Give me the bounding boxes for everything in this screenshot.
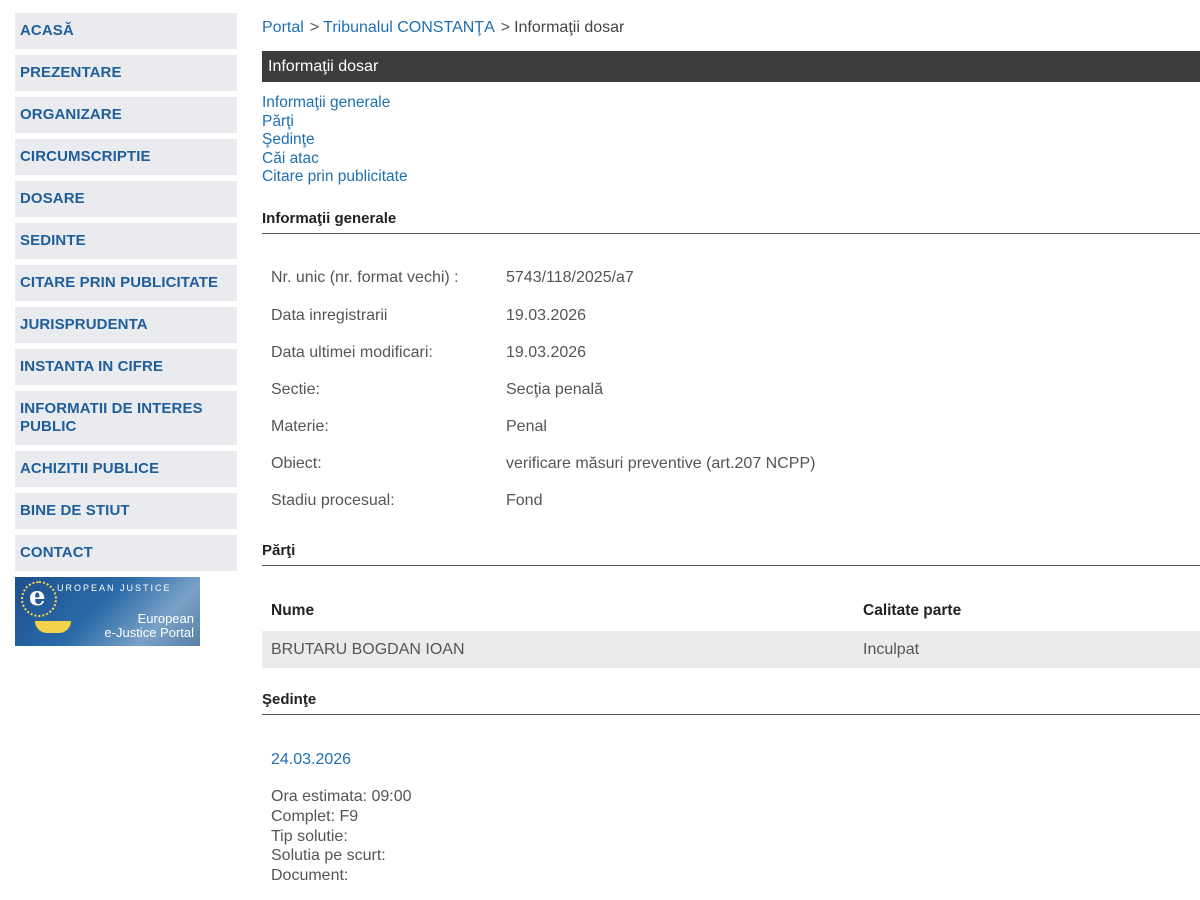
info-label: Data ultimei modificari: (271, 344, 433, 361)
info-value: Secţia penală (506, 381, 603, 398)
sidebar-item-organizare[interactable]: ORGANIZARE (15, 97, 237, 133)
section-heading-informatii-generale: Informaţii generale (262, 210, 1200, 234)
breadcrumb: Portal > Tribunalul CONSTANŢA > Informaţii d… (262, 19, 624, 37)
info-label: Sectie: (271, 381, 320, 398)
ejustice-label: European e-Justice Portal (104, 612, 194, 640)
anchor-sedinte[interactable]: Şedinţe (262, 131, 408, 150)
breadcrumb-separator: > (500, 19, 511, 36)
info-label: Obiect: (271, 455, 322, 472)
party-role: Inculpat (863, 641, 920, 658)
sidebar-nav: ACASĂ PREZENTARE ORGANIZARE CIRCUMSCRIPT… (15, 13, 237, 646)
ejustice-label-line2: e-Justice Portal (104, 625, 194, 640)
breadcrumb-court[interactable]: Tribunalul CONSTANŢA (323, 19, 495, 36)
anchor-citare-publicitate[interactable]: Citare prin publicitate (262, 168, 408, 187)
info-value: 19.03.2026 (506, 307, 587, 324)
scales-icon (35, 621, 71, 633)
sidebar-item-acasa[interactable]: ACASĂ (15, 13, 237, 49)
sidebar-item-circumscriptie[interactable]: CIRCUMSCRIPTIE (15, 139, 237, 175)
table-row: BRUTARU BOGDAN IOAN Inculpat (262, 631, 1200, 668)
sidebar-item-prezentare[interactable]: PREZENTARE (15, 55, 237, 91)
sedinta-date-link[interactable]: 24.03.2026 (271, 751, 351, 769)
sidebar-item-instanta-in-cifre[interactable]: INSTANTA IN CIFRE (15, 349, 237, 385)
section-heading-sedinte: Şedinţe (262, 691, 1200, 715)
info-value: verificare măsuri preventive (art.207 NC… (506, 455, 816, 472)
sedinta-solutia-pe-scurt: Solutia pe scurt: (271, 847, 386, 865)
sidebar-item-citare[interactable]: CITARE PRIN PUBLICITATE (15, 265, 237, 301)
ejustice-e-logo: e (29, 582, 46, 612)
ejustice-portal-banner[interactable]: e UROPEAN JUSTICE European e-Justice Por… (15, 577, 200, 646)
info-label: Stadiu procesual: (271, 492, 395, 509)
parti-table-header: Nume Calitate parte (262, 601, 1200, 621)
sedinta-details: Ora estimata: 09:00 Complet: F9 Tip solu… (271, 787, 412, 886)
sidebar-item-sedinte[interactable]: SEDINTE (15, 223, 237, 259)
sedinta-document: Document: (271, 867, 349, 885)
breadcrumb-current: Informaţii dosar (514, 19, 625, 36)
breadcrumb-portal[interactable]: Portal (262, 19, 304, 36)
party-name: BRUTARU BOGDAN IOAN (271, 641, 465, 658)
info-value: 19.03.2026 (506, 344, 587, 361)
column-header-nume: Nume (271, 602, 315, 619)
sidebar-item-contact[interactable]: CONTACT (15, 535, 237, 571)
sedinta-tip-solutie: Tip solutie: (271, 827, 348, 845)
sedinta-complet: Complet: F9 (271, 807, 359, 825)
ejustice-logo-text: UROPEAN JUSTICE (57, 583, 172, 593)
column-header-calitate: Calitate parte (863, 602, 962, 619)
sedinta-ora: Ora estimata: 09:00 (271, 788, 412, 805)
anchor-informatii-generale[interactable]: Informaţii generale (262, 94, 408, 113)
section-anchor-links: Informaţii generale Părţi Şedinţe Căi at… (262, 94, 408, 187)
info-label: Materie: (271, 418, 329, 435)
anchor-parti[interactable]: Părţi (262, 113, 408, 132)
sidebar-item-achizitii-publice[interactable]: ACHIZITII PUBLICE (15, 451, 237, 487)
info-value: Penal (506, 418, 547, 435)
breadcrumb-separator: > (309, 19, 320, 36)
sidebar-item-jurisprudenta[interactable]: JURISPRUDENTA (15, 307, 237, 343)
info-label: Data inregistrarii (271, 307, 388, 324)
sidebar-item-dosare[interactable]: DOSARE (15, 181, 237, 217)
sidebar-item-bine-de-stiut[interactable]: BINE DE STIUT (15, 493, 237, 529)
ejustice-label-line1: European (137, 611, 194, 626)
page-title: Informaţii dosar (262, 51, 1200, 82)
anchor-cai-atac[interactable]: Căi atac (262, 150, 408, 169)
sidebar-item-informatii-interes-public[interactable]: INFORMATII DE INTERES PUBLIC (15, 391, 237, 445)
info-value: 5743/118/2025/a7 (506, 269, 634, 286)
info-value: Fond (506, 492, 543, 509)
section-heading-parti: Părţi (262, 542, 1200, 566)
info-label: Nr. unic (nr. format vechi) : (271, 269, 459, 286)
